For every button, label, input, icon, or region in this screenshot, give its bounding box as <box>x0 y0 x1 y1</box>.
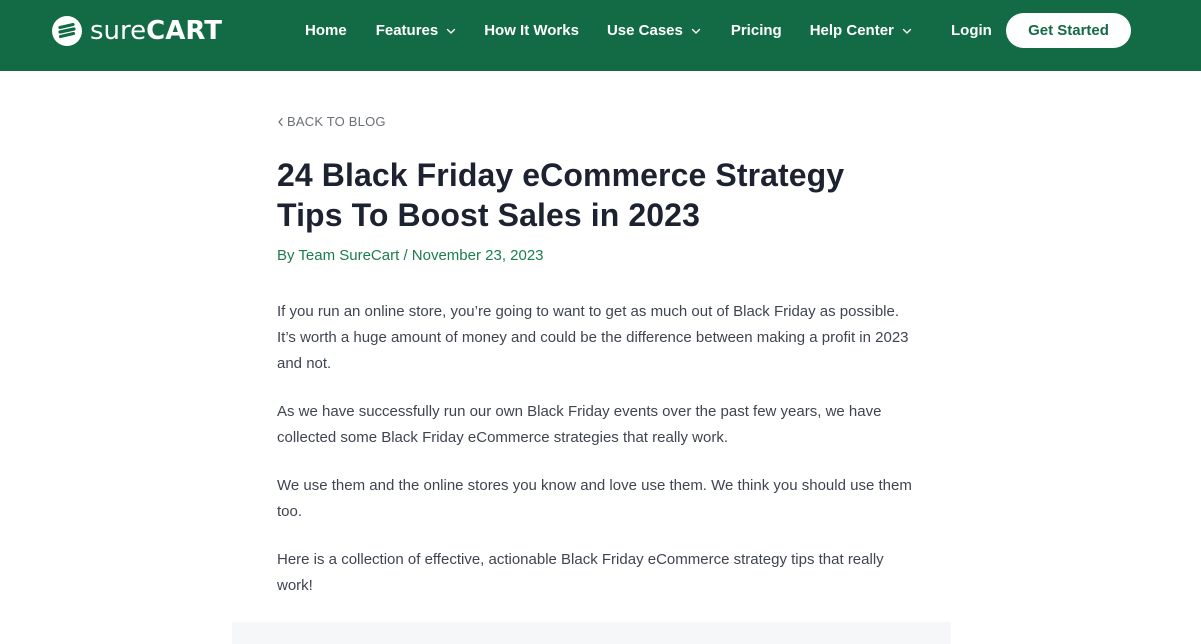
back-to-blog-label: BACK TO BLOG <box>287 114 386 129</box>
nav-item-label: Use Cases <box>606 22 683 39</box>
article-body: If you run an online store, you’re going… <box>277 299 917 621</box>
nav-item-pricing[interactable]: Pricing <box>731 20 782 42</box>
logo-text-light: sure <box>90 16 147 46</box>
nav-item-features[interactable]: Features <box>376 20 457 42</box>
chevron-down-icon <box>691 28 701 34</box>
surecart-logo[interactable]: sureCART <box>52 15 222 47</box>
logo-text-bold: CART <box>146 16 222 46</box>
article-title: 24 Black Friday eCommerce Strategy Tips … <box>277 157 845 233</box>
chevron-down-icon <box>447 28 456 34</box>
nav-item-label: Features <box>375 22 439 39</box>
get-started-button[interactable]: Get Started <box>1006 13 1131 48</box>
chevron-down-icon <box>902 28 912 34</box>
nav-item-help-center[interactable]: Help Center <box>810 20 912 42</box>
nav-item-label: Help Center <box>809 22 894 39</box>
table-of-contents-box <box>232 622 951 644</box>
article-paragraph: We use them and the online stores you kn… <box>277 477 912 520</box>
nav-item-label: Home <box>305 22 347 39</box>
site-header: sureCART Home Features How It Works Use … <box>0 0 1201 71</box>
article-byline: By Team SureCart / November 23, 2023 <box>277 247 544 264</box>
surecart-logo-icon <box>52 16 82 46</box>
article-paragraph: As we have successfully run our own Blac… <box>277 403 882 446</box>
nav-item-label: Pricing <box>730 22 782 39</box>
back-to-blog-link[interactable]: BACK TO BLOG <box>277 114 386 129</box>
article-paragraph: Here is a collection of effective, actio… <box>277 551 884 594</box>
nav-item-home[interactable]: Home <box>305 20 347 42</box>
main-nav: Home Features How It Works Use Cases Pri… <box>305 20 912 42</box>
nav-item-label: How It Works <box>484 22 579 39</box>
nav-item-use-cases[interactable]: Use Cases <box>607 20 701 42</box>
chevron-left-icon <box>278 117 283 126</box>
logo-wordmark: sureCART <box>90 15 222 47</box>
login-link[interactable]: Login <box>951 20 992 42</box>
article-paragraph: If you run an online store, you’re going… <box>277 303 909 372</box>
nav-item-how-it-works[interactable]: How It Works <box>484 20 579 42</box>
